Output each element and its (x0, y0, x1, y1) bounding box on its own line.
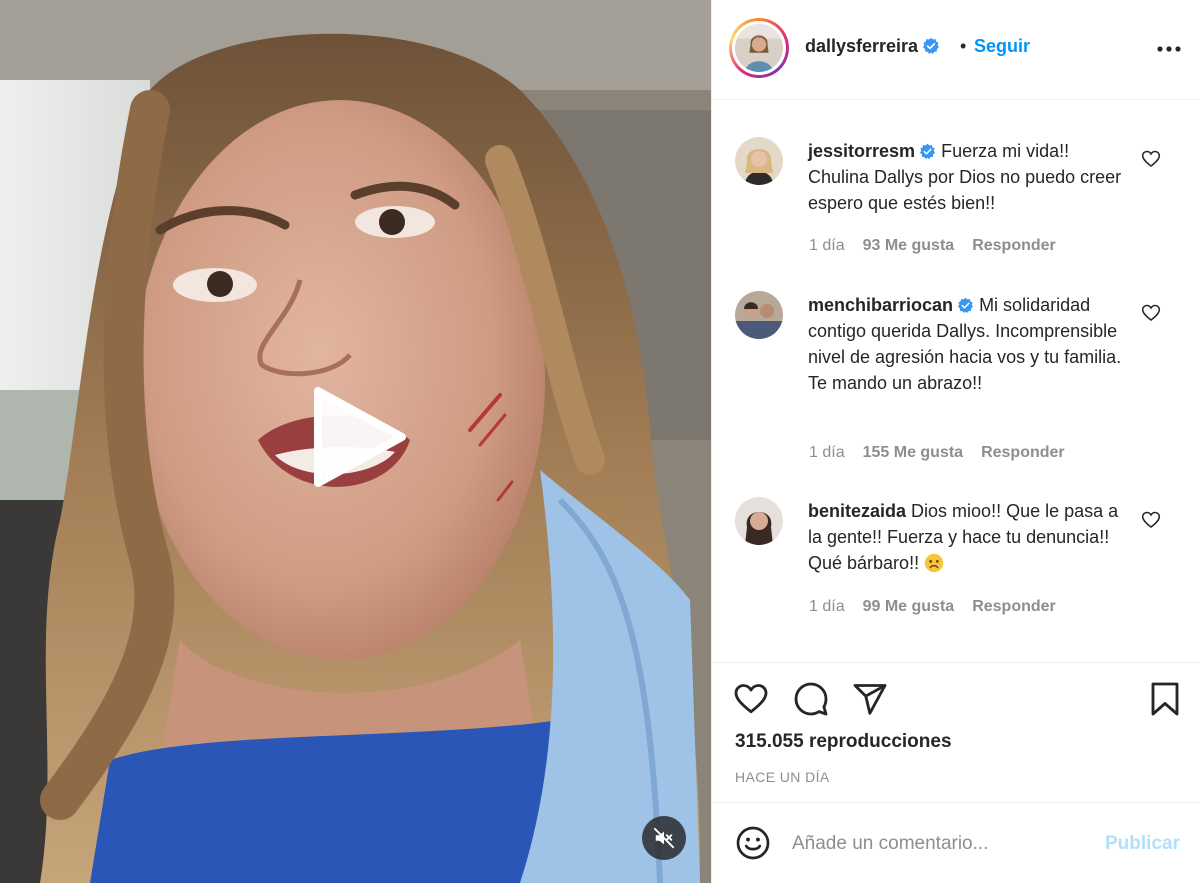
comment-meta: 1 día 93 Me gusta Responder (809, 237, 1056, 255)
commenter-avatar[interactable] (735, 497, 783, 545)
post-actions: 315.055 reproducciones HACE UN DÍA (712, 662, 1200, 802)
reply-button[interactable]: Responder (972, 598, 1056, 616)
comment-like-heart-icon[interactable] (1141, 149, 1161, 169)
comment-likes[interactable]: 155 Me gusta (863, 444, 963, 462)
post-header: dallysferreira • Seguir (712, 0, 1200, 100)
commenter-username[interactable]: benitezaida (808, 501, 906, 521)
muted-speaker-icon (653, 827, 675, 849)
more-horizontal-icon[interactable] (1156, 38, 1182, 60)
comment-icon[interactable] (793, 681, 829, 717)
verified-badge-icon (958, 297, 974, 314)
post-video[interactable] (0, 0, 711, 883)
comment-likes[interactable]: 93 Me gusta (863, 237, 955, 255)
views-label[interactable]: reproducciones (809, 731, 952, 752)
comment-composer: Publicar (712, 802, 1200, 883)
comment-time[interactable]: 1 día (809, 237, 845, 255)
comment-text: jessitorresm Fuerza mi vida!! Chulina Da… (808, 138, 1134, 216)
heart-icon[interactable] (733, 681, 769, 717)
commenter-username-text[interactable]: menchibarriocan (808, 295, 953, 315)
story-ring[interactable] (729, 18, 789, 78)
comment-time[interactable]: 1 día (809, 598, 845, 616)
post-username-text[interactable]: dallysferreira (805, 36, 918, 56)
comment-text: menchibarriocan Mi solidaridad contigo q… (808, 292, 1134, 396)
comment-meta: 1 día 99 Me gusta Responder (809, 598, 1056, 616)
commenter-username[interactable]: menchibarriocan (808, 295, 974, 315)
view-count: 315.055 reproducciones (735, 731, 952, 753)
follow-button[interactable]: Seguir (974, 36, 1030, 57)
comment-likes[interactable]: 99 Me gusta (863, 598, 955, 616)
comment-meta: 1 día 155 Me gusta Responder (809, 444, 1065, 462)
post-side-panel: dallysferreira • Seguir jessitorresm Fue… (711, 0, 1200, 883)
comments-list[interactable]: jessitorresm Fuerza mi vida!! Chulina Da… (712, 101, 1200, 661)
sad-face-emoji-icon (924, 553, 944, 573)
header-separator: • (960, 36, 967, 56)
commenter-username-text[interactable]: jessitorresm (808, 141, 915, 161)
commenter-avatar[interactable] (735, 291, 783, 339)
verified-badge-icon (920, 143, 936, 160)
reply-button[interactable]: Responder (972, 237, 1056, 255)
mute-button[interactable] (642, 816, 686, 860)
commenter-username[interactable]: jessitorresm (808, 141, 936, 161)
publish-button[interactable]: Publicar (1105, 833, 1180, 855)
comment-input[interactable] (792, 828, 1092, 860)
comment-like-heart-icon[interactable] (1141, 510, 1161, 530)
comment-text: benitezaida Dios mioo!! Que le pasa a la… (808, 498, 1134, 576)
post-timestamp[interactable]: HACE UN DÍA (735, 769, 830, 785)
play-icon[interactable] (306, 385, 410, 489)
comment-like-heart-icon[interactable] (1141, 303, 1161, 323)
emoji-picker-icon[interactable] (735, 825, 771, 861)
commenter-avatar[interactable] (735, 137, 783, 185)
comment-time[interactable]: 1 día (809, 444, 845, 462)
post-username[interactable]: dallysferreira (805, 36, 940, 57)
share-icon[interactable] (852, 681, 888, 717)
verified-badge-icon (923, 37, 940, 54)
reply-button[interactable]: Responder (981, 444, 1065, 462)
avatar (735, 24, 783, 72)
views-number[interactable]: 315.055 (735, 731, 804, 752)
bookmark-icon[interactable] (1147, 681, 1183, 717)
